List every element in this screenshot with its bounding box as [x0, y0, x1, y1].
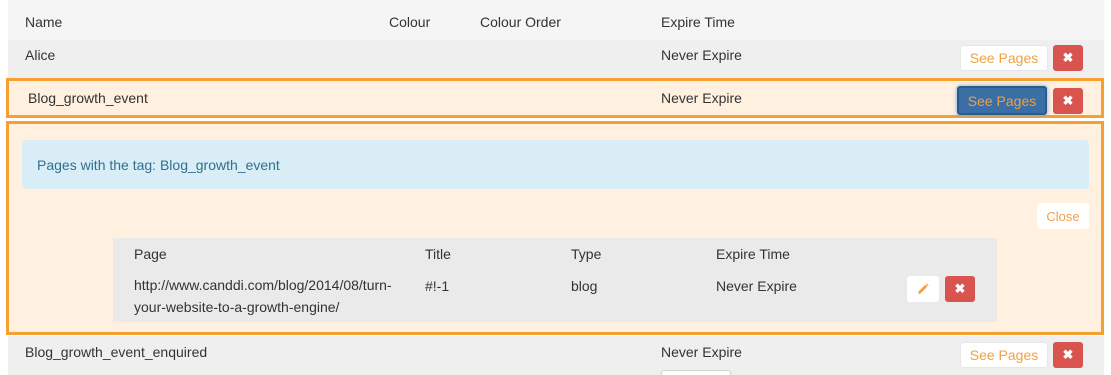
row-name: Blog_growth_event [28, 90, 148, 106]
close-button[interactable]: Close [1037, 203, 1089, 229]
header-title: Title [425, 246, 451, 262]
page-type: blog [571, 278, 598, 294]
see-pages-button[interactable]: See Pages [960, 342, 1048, 368]
header-colour: Colour [389, 14, 431, 30]
row-expire: Never Expire [661, 344, 742, 360]
delete-page-button[interactable]: ✖ [945, 276, 975, 302]
times-icon: ✖ [1062, 50, 1074, 65]
row-expire: Never Expire [661, 47, 742, 63]
page-expire: Never Expire [716, 278, 797, 294]
table-header: Name Colour Colour Order Expire Time [8, 0, 1104, 40]
row-name: Alice [25, 47, 56, 63]
row-name: Blog_growth_event_enquired [25, 344, 208, 360]
table-row: http://www.canddi.com/blog/2014/08/turn-… [113, 270, 997, 322]
row-expire: Never Expire [661, 90, 742, 106]
page-url[interactable]: http://www.canddi.com/blog/2014/08/turn-… [134, 274, 392, 318]
page-title: #!-1 [425, 278, 450, 294]
page-url-line1: http://www.canddi.com/blog/2014/08/turn- [134, 277, 392, 293]
header-expire-time: Expire Time [661, 14, 735, 30]
delete-button[interactable]: ✖ [1053, 342, 1083, 368]
table-row: Blog_growth_event_enquired Never Expire … [8, 336, 1104, 375]
header-name: Name [25, 14, 63, 30]
pages-info-alert: Pages with the tag: Blog_growth_event [22, 140, 1089, 189]
header-type: Type [571, 246, 602, 262]
times-icon: ✖ [954, 281, 966, 296]
page-url-line2: your-website-to-a-growth-engine/ [134, 299, 340, 315]
header-expire-time: Expire Time [716, 246, 790, 262]
header-page: Page [134, 246, 167, 262]
table-row-selected: Blog_growth_event Never Expire See Pages… [6, 78, 1104, 118]
header-colour-order: Colour Order [480, 14, 561, 30]
times-icon: ✖ [1062, 347, 1074, 362]
delete-button[interactable]: ✖ [1053, 45, 1083, 71]
delete-button[interactable]: ✖ [1053, 88, 1083, 114]
tags-page: Name Colour Colour Order Expire Time Ali… [0, 0, 1111, 375]
see-pages-button[interactable]: See Pages [960, 45, 1048, 71]
partial-button [661, 370, 731, 375]
table-row: Alice Never Expire See Pages ✖ [8, 40, 1104, 78]
times-icon: ✖ [1062, 93, 1074, 108]
edit-button[interactable] [907, 276, 939, 302]
pages-table: Page Title Type Expire Time http://www.c… [113, 238, 997, 322]
see-pages-button[interactable]: See Pages [957, 86, 1047, 115]
pencil-icon [918, 283, 929, 294]
